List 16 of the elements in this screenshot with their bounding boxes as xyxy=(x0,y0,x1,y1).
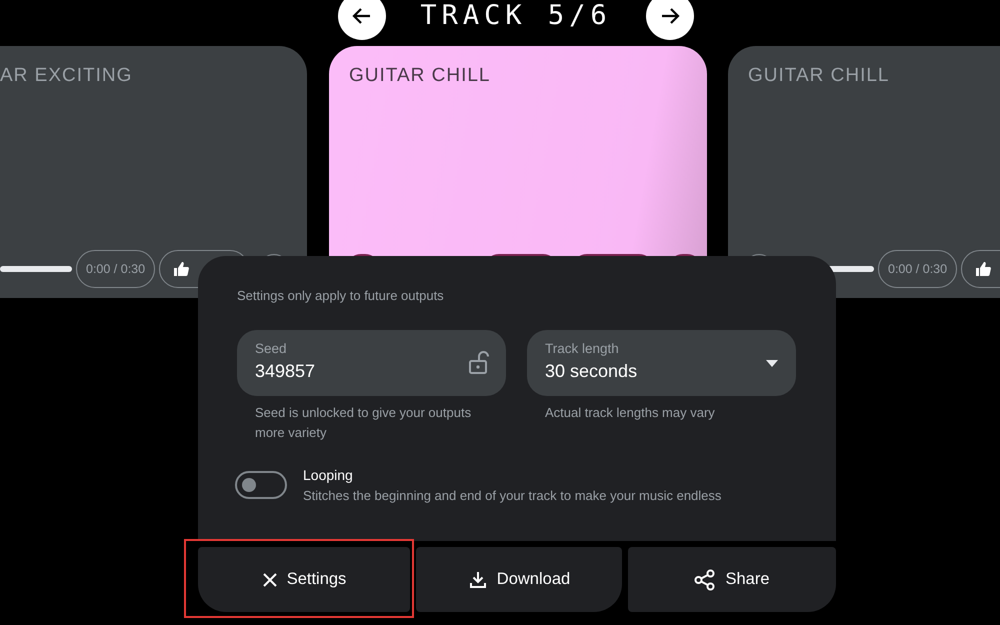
looping-label: Looping xyxy=(303,466,354,485)
share-button[interactable]: Share xyxy=(628,547,836,612)
track-counter: TRACK 5/6 xyxy=(420,0,612,32)
track-title: GUITAR CHILL xyxy=(748,64,891,88)
track-title: GUITAR CHILL xyxy=(349,64,492,88)
close-settings-button[interactable]: Settings xyxy=(198,547,410,612)
time-display: 0:00 / 0:30 xyxy=(878,250,958,288)
helper-text: Actual track lengths may vary xyxy=(544,404,716,422)
helper-text: Seed is unlocked to give your outputs more variety xyxy=(254,404,472,442)
track-title: AR EXCITING xyxy=(0,64,134,88)
looping-description: Stitches the beginning and end of your track to make your music endless xyxy=(303,486,722,505)
seed-field[interactable]: Seed 349857 xyxy=(237,330,506,396)
track-card[interactable]: GUITAR CHILL 0:00 / 0:30 xyxy=(728,46,1000,298)
time-display: 0:00 / 0:30 xyxy=(76,250,156,288)
track-length-select[interactable]: Track length 30 seconds xyxy=(527,330,796,396)
download-button[interactable]: Download xyxy=(416,547,622,612)
